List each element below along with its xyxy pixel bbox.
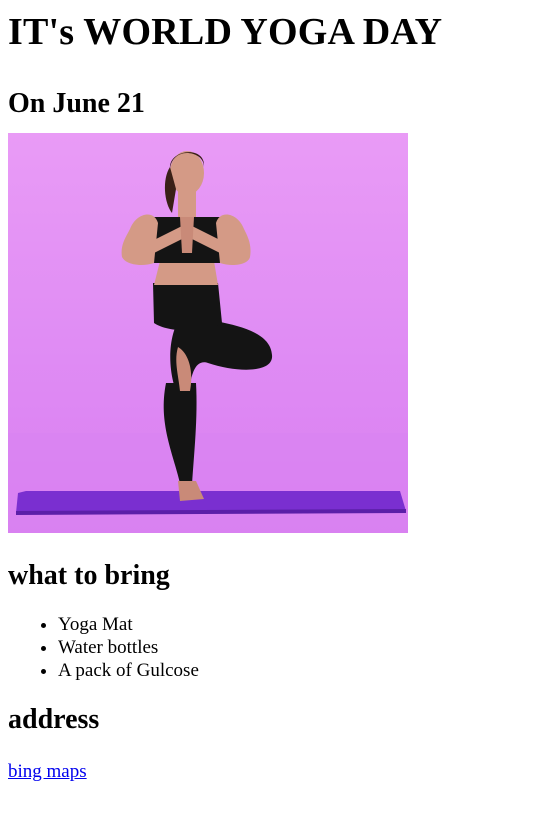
date-heading: On June 21 (8, 88, 145, 119)
address-heading: address (8, 704, 100, 735)
page: IT's WORLD YOGA DAY On June 21 what to b… (0, 0, 553, 783)
page-title: IT's WORLD YOGA DAY (8, 11, 443, 53)
list-item: A pack of Gulcose (58, 659, 545, 682)
bing-maps-link[interactable]: bing maps (8, 760, 87, 783)
yoga-hero-image (8, 133, 408, 533)
list-item: Water bottles (58, 636, 545, 659)
what-to-bring-heading: what to bring (8, 560, 170, 591)
list-item: Yoga Mat (58, 613, 545, 636)
bring-list: Yoga Mat Water bottles A pack of Gulcose (8, 613, 545, 682)
yoga-pose-illustration (8, 151, 408, 533)
